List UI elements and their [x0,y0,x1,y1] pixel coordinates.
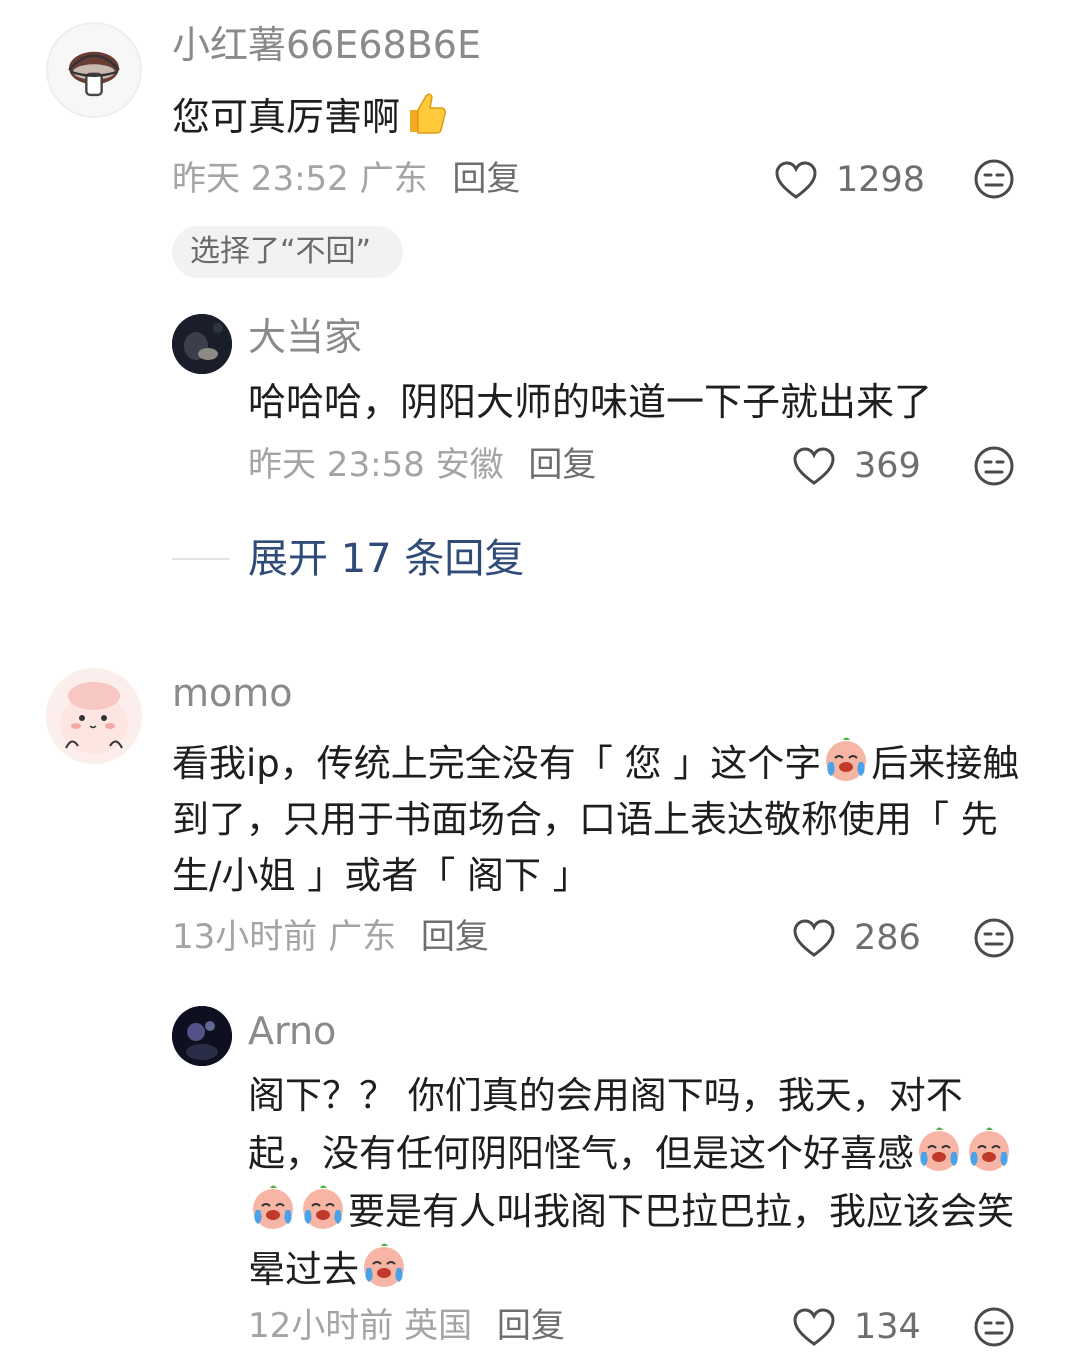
crying-laughing-emoji-icon [303,1185,343,1229]
location: 安徽 [435,445,504,485]
heart-icon [793,1308,835,1346]
like-button[interactable]: 134 [792,1307,921,1347]
comment-text-part: 阁下？？ 你们真的会用阁下吗，我天，对不起，没有任何阴阳怪气，但是这个好喜感 [248,1074,963,1175]
reply-button[interactable]: 回复 [421,917,489,957]
thumbs-up-icon [410,93,446,134]
crying-laughing-emoji-icon [826,737,867,781]
crying-laughing-emoji-icon [919,1127,959,1171]
cartoon-avatar-icon [46,668,142,764]
like-button[interactable]: 369 [792,446,921,486]
avatar[interactable] [172,314,232,374]
timestamp: 昨天 23:58 [248,445,425,485]
avatar[interactable] [46,668,142,764]
username[interactable]: 大当家 [248,318,362,356]
like-button[interactable]: 1298 [774,160,925,200]
username[interactable]: momo [172,674,293,712]
comment-text: 您可真厉害啊 [172,88,1002,145]
like-count: 1298 [836,159,926,200]
dislike-face-icon[interactable] [973,917,1015,959]
like-count: 134 [854,1306,921,1347]
heart-icon [775,161,817,199]
expand-replies-label[interactable]: 展开 17 条回复 [248,537,524,581]
username[interactable]: Arno [248,1012,336,1050]
timestamp: 12小时前 [248,1306,394,1346]
avatar[interactable] [172,1006,232,1066]
comment-meta: 昨天 23:52 广东 回复 [172,162,520,196]
dislike-face-icon[interactable] [973,445,1015,487]
dislike-face-icon[interactable] [973,158,1015,200]
comment-meta: 昨天 23:58 安徽 回复 [248,448,596,482]
location: 广东 [328,917,397,957]
comment-meta: 12小时前 英国 回复 [248,1309,565,1343]
like-count: 286 [854,917,921,958]
like-button[interactable]: 286 [792,918,921,958]
timestamp: 昨天 23:52 [172,159,349,199]
mushroom-avatar-icon [68,51,120,97]
comment-text: 哈哈哈，阴阳大师的味道一下子就出来了 [248,380,933,424]
comment-text: 阁下？？ 你们真的会用阁下吗，我天，对不起，没有任何阴阳怪气，但是这个好喜感要是… [248,1068,1023,1298]
avatar[interactable] [46,22,142,118]
heart-icon [793,447,835,485]
comment-text-part: 看我ip，传统上完全没有「 您 」这个字 [172,742,822,785]
reply-button[interactable]: 回复 [452,159,520,199]
crying-laughing-emoji-icon [364,1243,404,1287]
profile-photo-icon [172,1006,232,1066]
heart-icon [793,919,835,957]
reply-button[interactable]: 回复 [528,445,596,485]
like-count: 369 [854,445,921,486]
reply-button[interactable]: 回复 [497,1306,565,1346]
expand-replies-link[interactable]: 展开 17 条回复 [172,537,524,581]
profile-photo-icon [172,314,232,374]
location: 广东 [359,159,428,199]
username[interactable]: 小红薯66E68B6E [172,26,481,64]
choice-chip[interactable]: 选择了“不回” [172,226,404,278]
comment-text: 看我ip，传统上完全没有「 您 」这个字 后来接触到了，只用于书面场合，口语上表… [172,734,1022,904]
comment-text-content: 您可真厉害啊 [172,95,401,139]
crying-laughing-emoji-icon [253,1185,293,1229]
timestamp: 13小时前 [172,917,318,957]
dislike-face-icon[interactable] [973,1306,1015,1348]
location: 英国 [404,1306,473,1346]
comment-meta: 13小时前 广东 回复 [172,920,489,954]
crying-laughing-emoji-icon [969,1127,1009,1171]
divider [172,558,230,560]
